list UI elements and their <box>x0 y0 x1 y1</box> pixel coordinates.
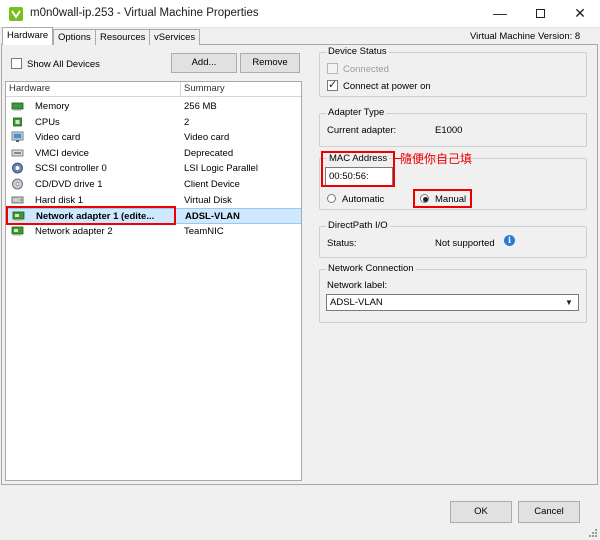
current-adapter-label: Current adapter: <box>327 125 397 136</box>
manual-label: Manual <box>435 194 467 205</box>
hardware-name: SCSI controller 0 <box>35 163 107 175</box>
hardware-summary: ADSL-VLAN <box>185 211 240 223</box>
cd-dvd-icon <box>12 178 23 190</box>
scsi-controller-icon <box>12 162 23 174</box>
window-title: m0n0wall-ip.253 - Virtual Machine Proper… <box>30 7 259 19</box>
memory-icon <box>11 102 24 111</box>
hardware-summary: 2 <box>184 116 190 128</box>
connect-at-power-on-checkbox[interactable]: Connect at power on <box>327 78 431 92</box>
hardware-name: Network adapter 1 (edite... <box>36 211 155 223</box>
minimize-icon: — <box>493 5 507 21</box>
manual-radio[interactable]: Manual <box>420 194 466 205</box>
column-header-summary[interactable]: Summary <box>181 82 301 97</box>
ok-button[interactable]: OK <box>450 501 512 523</box>
hardware-name: VMCI device <box>35 147 89 159</box>
hardware-list[interactable]: Hardware Summary Memory 256 MB CPUs 2 Vi… <box>5 81 302 481</box>
directpath-status-label: Status: <box>327 238 357 249</box>
checkbox-box[interactable] <box>327 78 338 91</box>
cpu-icon <box>13 117 22 126</box>
cancel-button[interactable]: Cancel <box>518 501 580 523</box>
column-header-hardware[interactable]: Hardware <box>6 82 181 97</box>
vmci-device-icon <box>11 149 24 157</box>
hardware-row-cpus[interactable]: CPUs 2 <box>6 115 301 131</box>
hardware-row-cd-dvd[interactable]: CD/DVD drive 1 Client Device <box>6 177 301 193</box>
network-label-select[interactable]: ADSL-VLAN <box>326 294 579 311</box>
close-button[interactable]: ✕ <box>560 0 600 28</box>
resize-grip-icon[interactable] <box>586 526 598 538</box>
annotation-text: 隨便你自己填 <box>400 152 473 166</box>
connected-checkbox[interactable]: Connected <box>327 63 389 75</box>
tab-hardware[interactable]: Hardware <box>2 27 54 45</box>
connect-at-power-on-label: Connect at power on <box>343 81 431 92</box>
mac-address-input[interactable] <box>325 167 393 186</box>
dropdown-arrow-icon[interactable]: ▼ <box>565 298 573 307</box>
hardware-summary: Virtual Disk <box>184 194 232 206</box>
automatic-label: Automatic <box>342 194 385 205</box>
hardware-row-video-card[interactable]: Video card Video card <box>6 130 301 146</box>
adapter-type-title: Adapter Type <box>326 107 387 118</box>
current-adapter-value: E1000 <box>435 125 463 136</box>
hardware-row-network-adapter-1[interactable]: Network adapter 1 (edite... ADSL-VLAN <box>6 208 301 224</box>
info-icon[interactable]: i <box>504 235 515 246</box>
network-label-label: Network label: <box>327 280 388 291</box>
hardware-name: CPUs <box>35 116 60 128</box>
video-card-icon <box>11 131 24 143</box>
hardware-row-memory[interactable]: Memory 256 MB <box>6 99 301 115</box>
tab-options[interactable]: Options <box>53 29 96 45</box>
tab-resources[interactable]: Resources <box>95 29 151 45</box>
tab-vservices[interactable]: vServices <box>149 29 201 45</box>
automatic-radio[interactable]: Automatic <box>327 194 384 205</box>
radio-circle[interactable] <box>420 194 429 203</box>
hardware-summary: TeamNIC <box>184 225 224 237</box>
hardware-row-network-adapter-2[interactable]: Network adapter 2 TeamNIC <box>6 224 301 240</box>
hardware-summary: 256 MB <box>184 101 217 112</box>
hardware-name: Memory <box>35 101 70 112</box>
maximize-icon <box>535 9 545 18</box>
hardware-summary: Client Device <box>184 179 240 190</box>
mac-address-title: MAC Address <box>327 153 390 164</box>
vm-version-label: Virtual Machine Version: 8 <box>470 31 581 42</box>
network-adapter-icon <box>12 211 25 222</box>
directpath-status-value: Not supported <box>435 238 495 249</box>
hardware-name: Video card <box>35 132 81 144</box>
hardware-row-scsi-controller[interactable]: SCSI controller 0 LSI Logic Parallel <box>6 161 301 177</box>
hardware-row-hard-disk[interactable]: Hard disk 1 Virtual Disk <box>6 193 301 209</box>
hardware-name: CD/DVD drive 1 <box>35 179 103 190</box>
hardware-row-vmci-device[interactable]: VMCI device Deprecated <box>6 146 301 162</box>
hardware-summary: Video card <box>184 132 230 144</box>
add-button[interactable]: Add... <box>171 53 237 73</box>
hardware-name: Network adapter 2 <box>35 225 113 237</box>
device-status-title: Device Status <box>326 46 389 57</box>
directpath-title: DirectPath I/O <box>326 220 390 231</box>
hardware-name: Hard disk 1 <box>35 194 84 206</box>
network-adapter-icon <box>11 226 24 236</box>
remove-button[interactable]: Remove <box>240 53 300 73</box>
maximize-button[interactable] <box>520 0 560 28</box>
show-all-label: Show All Devices <box>27 59 100 70</box>
show-all-devices-checkbox[interactable]: Show All Devices <box>11 58 100 70</box>
checkbox-box[interactable] <box>327 63 338 74</box>
close-icon: ✕ <box>574 5 586 21</box>
network-connection-title: Network Connection <box>326 263 416 274</box>
hard-disk-icon <box>11 196 24 203</box>
minimize-button[interactable]: — <box>480 0 520 28</box>
vmware-icon <box>9 7 23 21</box>
hardware-summary: LSI Logic Parallel <box>184 163 258 175</box>
radio-circle[interactable] <box>327 194 336 203</box>
checkbox-box[interactable] <box>11 58 22 69</box>
connected-label: Connected <box>343 64 389 75</box>
hardware-summary: Deprecated <box>184 147 234 159</box>
